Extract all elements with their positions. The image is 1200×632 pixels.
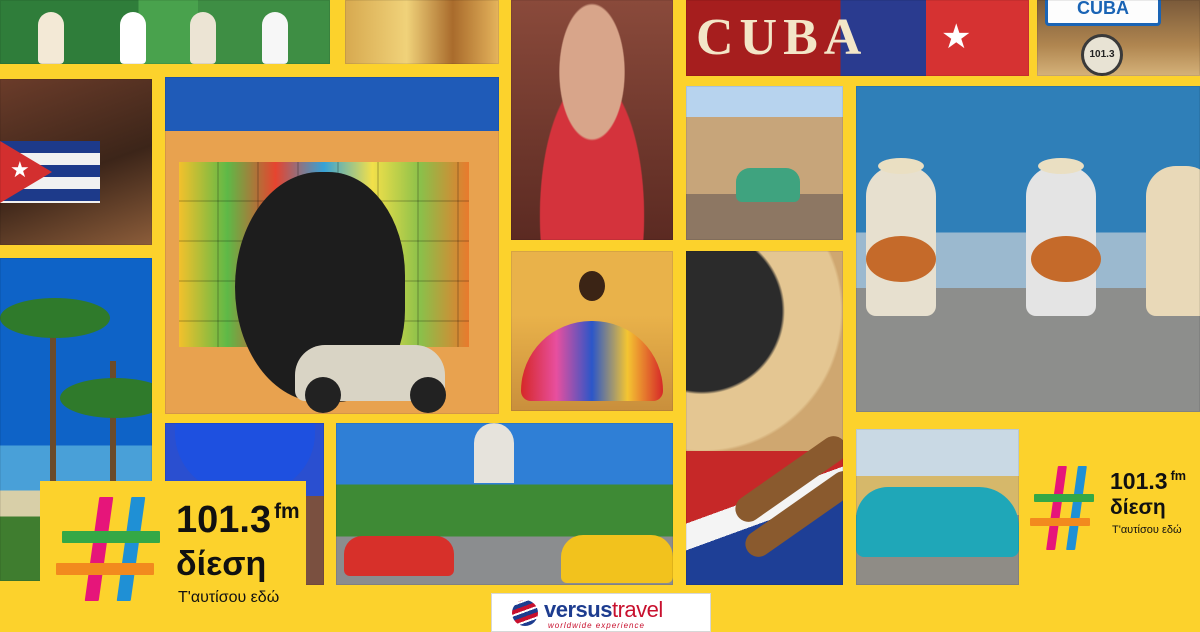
- scooter: [295, 345, 445, 401]
- dress: [521, 321, 663, 401]
- hash-bar-green: [1034, 494, 1094, 502]
- gauge: 101.3: [1081, 34, 1123, 76]
- vintage-car: [736, 168, 800, 202]
- radio-logo-large: 101.3 fm δίεση Τ'αυτίσου εδώ: [40, 481, 306, 630]
- radio-logo-small: 101.3 fm δίεση Τ'αυτίσου εδώ: [1028, 462, 1200, 552]
- frequency-value: 101.3: [1110, 468, 1168, 494]
- photo-woman-colorful-dress: [511, 251, 673, 411]
- palm-frond: [0, 298, 110, 338]
- hash-bar-pink: [84, 497, 114, 601]
- guitar: [1031, 236, 1101, 282]
- frequency-value: 101.3: [176, 499, 272, 541]
- hash-bar-orange: [56, 563, 154, 575]
- turquoise-car: [856, 487, 1019, 557]
- hat: [878, 158, 924, 174]
- sponsor-tagline: worldwide experience: [548, 621, 645, 630]
- yellow-classic-car: [561, 535, 673, 583]
- dancer-figure: [190, 12, 216, 64]
- station-slogan: Τ'αυτίσου εδώ: [178, 589, 280, 606]
- red-classic-car: [344, 536, 454, 576]
- photo-cuba-plate-gauge: CUBA 101.3: [1037, 0, 1200, 76]
- photo-capitol-classic-cars: [336, 423, 673, 585]
- hash-bar-blue: [1066, 466, 1087, 550]
- dancer-figure: [38, 12, 64, 64]
- sponsor-name-part1: versus: [544, 597, 612, 622]
- photo-colonial-street: [345, 0, 499, 64]
- hash-bar-blue: [116, 497, 146, 601]
- hat: [1038, 158, 1084, 174]
- hash-bar-orange: [1030, 518, 1090, 526]
- cuban-flag: ★: [0, 141, 100, 203]
- guitar: [866, 236, 936, 282]
- photo-dancers-street: [0, 0, 330, 64]
- station-name: δίεση: [1110, 496, 1166, 519]
- photo-cuba-sign-flag: CUBA ★: [686, 0, 1029, 76]
- musician: [866, 166, 936, 316]
- sponsor-logo: versustravel worldwide experience: [491, 593, 711, 632]
- frequency-unit: fm: [274, 500, 300, 524]
- photo-street-musicians: [856, 86, 1200, 412]
- wheel: [305, 377, 341, 413]
- photo-che-mural-scooter: [165, 77, 499, 414]
- dancer-figure: [120, 12, 146, 64]
- photo-woman-cigar: [511, 0, 673, 240]
- frequency: 101.3 fm: [176, 499, 300, 542]
- hash-bar-pink: [1046, 466, 1067, 550]
- dancer-figure: [262, 12, 288, 64]
- station-name: δίεση: [176, 545, 267, 583]
- cuban-flag: [686, 451, 843, 585]
- head: [579, 271, 605, 301]
- cigar: [730, 431, 843, 527]
- license-plate: CUBA: [1045, 0, 1161, 26]
- photo-hat-cigars-flag: [686, 251, 843, 585]
- photo-vintage-car-street: [686, 86, 843, 240]
- frequency-unit: fm: [1170, 469, 1187, 484]
- hash-icon: [56, 497, 160, 601]
- hash-icon: [1030, 466, 1094, 550]
- photo-turquoise-classic-car: [856, 429, 1019, 585]
- station-slogan: Τ'αυτίσου εδώ: [1112, 524, 1182, 536]
- photo-flag-cigars: ★: [0, 79, 152, 245]
- star-icon: ★: [10, 157, 30, 182]
- globe-icon: [512, 600, 538, 626]
- frequency: 101.3 fm: [1110, 468, 1186, 495]
- wheel: [410, 377, 446, 413]
- cigar: [740, 466, 843, 562]
- star-icon: ★: [941, 18, 972, 56]
- palm-frond: [60, 378, 152, 418]
- musician: [1146, 166, 1200, 316]
- cuba-sign-text: CUBA: [696, 9, 868, 66]
- sponsor-name-part2: travel: [611, 597, 663, 622]
- mural-grid: [179, 162, 469, 347]
- capitol-dome: [474, 423, 514, 483]
- sponsor-name: versustravel: [544, 597, 663, 623]
- mural-portrait: [235, 172, 405, 402]
- hash-bar-green: [62, 531, 160, 543]
- musician: [1026, 166, 1096, 316]
